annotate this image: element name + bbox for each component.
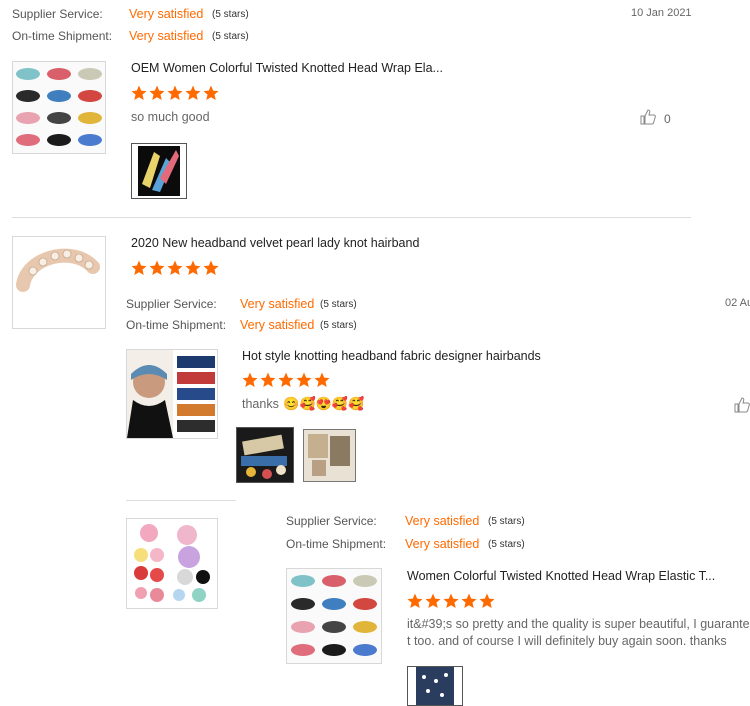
- supplier-service-stars: (5 stars): [320, 299, 357, 310]
- review-divider: [12, 217, 691, 218]
- product-thumbnail[interactable]: [126, 349, 218, 439]
- supplier-service-stars: (5 stars): [212, 9, 249, 20]
- review-date: 02 Au: [725, 297, 750, 309]
- shipment-label: On-time Shipment:: [12, 29, 113, 43]
- product-thumbnail[interactable]: [126, 518, 218, 609]
- review-comment-text: thanks: [242, 397, 279, 411]
- review-photo[interactable]: [131, 143, 187, 199]
- supplier-service-label: Supplier Service:: [126, 297, 217, 311]
- review-comment: so much good: [131, 110, 210, 124]
- shipment-stars: (5 stars): [212, 31, 249, 42]
- review-comment-line-2: t too. and of course I will definitely b…: [407, 634, 727, 648]
- star-icon: [167, 260, 183, 275]
- review-photo[interactable]: [303, 429, 356, 482]
- review-comment-line-1: it&#39;s so pretty and the quality is su…: [407, 617, 750, 631]
- star-icon: [203, 260, 219, 275]
- supplier-service-value: Very satisfied: [240, 297, 315, 311]
- shipment-label: On-time Shipment:: [286, 537, 387, 551]
- star-icon: [203, 85, 219, 100]
- star-icon: [185, 260, 201, 275]
- shipment-value: Very satisfied: [129, 29, 204, 43]
- star-icon: [407, 593, 423, 608]
- supplier-service-label: Supplier Service:: [12, 7, 103, 21]
- shipment-value: Very satisfied: [405, 537, 480, 551]
- product-thumbnail[interactable]: [12, 236, 106, 329]
- rating-stars: [130, 259, 220, 277]
- review-comment: thanks 😊🥰😍🥰🥰: [242, 395, 364, 413]
- review-divider: [126, 500, 236, 501]
- supplier-service-label: Supplier Service:: [286, 514, 377, 528]
- star-icon: [149, 260, 165, 275]
- rating-stars: [241, 371, 331, 389]
- review-photo[interactable]: [407, 666, 463, 706]
- thumbs-up-icon: [640, 109, 656, 128]
- review-date: 10 Jan 2021: [631, 7, 692, 19]
- supplier-service-value: Very satisfied: [129, 7, 204, 21]
- shipment-label: On-time Shipment:: [126, 318, 227, 332]
- star-icon: [149, 85, 165, 100]
- star-icon: [131, 260, 147, 275]
- rating-stars: [130, 84, 220, 102]
- star-icon: [443, 593, 459, 608]
- star-icon: [479, 593, 495, 608]
- supplier-service-stars: (5 stars): [488, 516, 525, 527]
- star-icon: [296, 372, 312, 387]
- star-icon: [461, 593, 477, 608]
- like-button[interactable]: 0: [640, 109, 671, 128]
- product-title-link[interactable]: 2020 New headband velvet pearl lady knot…: [131, 236, 419, 250]
- shipment-stars: (5 stars): [488, 539, 525, 550]
- star-icon: [185, 85, 201, 100]
- product-title-link[interactable]: Women Colorful Twisted Knotted Head Wrap…: [407, 569, 715, 583]
- rating-stars: [406, 592, 496, 610]
- review-photo[interactable]: [236, 427, 294, 483]
- star-icon: [260, 372, 276, 387]
- star-icon: [278, 372, 294, 387]
- star-icon: [314, 372, 330, 387]
- product-title-link[interactable]: OEM Women Colorful Twisted Knotted Head …: [131, 61, 443, 75]
- shipment-value: Very satisfied: [240, 318, 315, 332]
- product-thumbnail[interactable]: [12, 61, 106, 154]
- star-icon: [242, 372, 258, 387]
- emoji-icons: 😊🥰😍🥰🥰: [283, 396, 365, 411]
- like-count: 0: [664, 111, 671, 126]
- supplier-service-value: Very satisfied: [405, 514, 480, 528]
- product-thumbnail[interactable]: [286, 568, 382, 664]
- product-title-link[interactable]: Hot style knotting headband fabric desig…: [242, 349, 541, 363]
- thumbs-up-icon[interactable]: [734, 397, 750, 418]
- star-icon: [167, 85, 183, 100]
- star-icon: [425, 593, 441, 608]
- shipment-stars: (5 stars): [320, 320, 357, 331]
- star-icon: [131, 85, 147, 100]
